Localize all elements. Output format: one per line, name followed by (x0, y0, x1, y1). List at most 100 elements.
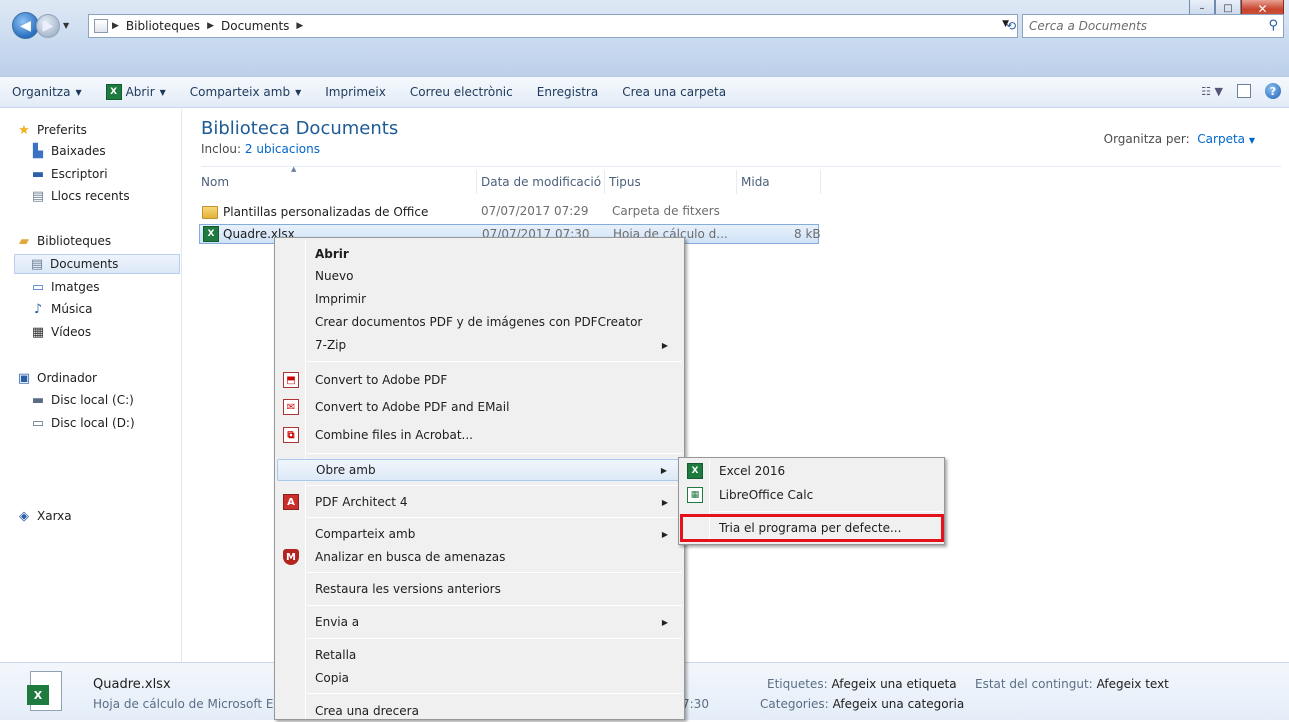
nav-recent[interactable]: ▤ Llocs recents (30, 186, 130, 206)
search-placeholder: Cerca a Documents (1029, 19, 1148, 33)
submenu-arrow-icon: ▶ (661, 497, 668, 507)
column-header-name[interactable]: Nom (199, 170, 477, 194)
menu-item-restore-versions[interactable]: Restaura les versions anteriors (277, 578, 682, 600)
menu-item-send-to[interactable]: Envia a ▶ (277, 611, 682, 633)
address-bar[interactable]: ▶ Biblioteques ▶ Documents ▶ ▼ (88, 14, 1018, 38)
back-button[interactable]: ◀ (12, 12, 39, 39)
print-button[interactable]: Imprimeix (313, 85, 398, 99)
library-title: Biblioteca Documents (201, 118, 399, 139)
downloads-icon: ▙ (33, 143, 43, 159)
tags-value[interactable]: Afegeix una etiqueta (831, 677, 956, 691)
change-view-icon[interactable]: ☷ ▼ (1201, 85, 1223, 98)
file-modified: 07/07/2017 07:29 (481, 204, 589, 218)
new-folder-button[interactable]: Crea una carpeta (610, 85, 738, 99)
menu-item-copy[interactable]: Copia (277, 667, 682, 689)
search-icon[interactable]: ⚲ (1268, 18, 1278, 33)
menu-label: Analizar en busca de amenazas (315, 550, 506, 564)
menu-label: Obre amb (316, 463, 376, 477)
status-label: Estat del contingut: (975, 677, 1093, 691)
burn-button[interactable]: Enregistra (525, 85, 610, 99)
forward-button[interactable]: ▶ (36, 13, 60, 38)
nav-disk-c[interactable]: ▬ Disc local (C:) (30, 390, 134, 410)
menu-item-print[interactable]: Imprimir (277, 288, 682, 310)
nav-disk-d[interactable]: ▭ Disc local (D:) (30, 413, 135, 433)
chevron-right-icon[interactable]: ▶ (292, 21, 307, 31)
menu-item-scan-threats[interactable]: M Analizar en busca de amenazas (277, 546, 682, 568)
desktop-icon: ▬ (31, 166, 45, 182)
document-icon: ▤ (30, 256, 44, 272)
help-icon[interactable]: ? (1265, 83, 1281, 99)
organize-button[interactable]: Organitza ▼ (0, 85, 94, 99)
submenu-item-excel[interactable]: X Excel 2016 (681, 460, 942, 482)
nav-desktop[interactable]: ▬ Escriptori (30, 164, 108, 184)
menu-item-pdfcreator[interactable]: Crear documentos PDF y de imágenes con P… (277, 311, 682, 333)
menu-item-combine-acrobat[interactable]: ⧉ Combine files in Acrobat... (277, 424, 682, 446)
refresh-icon[interactable]: ⟲ (1000, 14, 1022, 38)
acrobat-combine-icon: ⧉ (283, 427, 299, 443)
arrange-label: Organitza per: (1103, 132, 1190, 146)
menu-item-open-with[interactable]: Obre amb ▶ (277, 459, 682, 481)
column-header-size[interactable]: Mida (739, 170, 821, 194)
nav-label: Preferits (37, 123, 87, 137)
nav-favorites[interactable]: ★ Preferits (16, 120, 87, 140)
status-value[interactable]: Afegeix text (1097, 677, 1169, 691)
menu-item-convert-pdf-email[interactable]: ✉ Convert to Adobe PDF and EMail (277, 396, 682, 418)
table-row[interactable]: Plantillas personalizadas de Office 07/0… (199, 202, 819, 222)
menu-label: Nuevo (315, 269, 354, 283)
explorer-window: – □ ✕ ◀ ▶ ▼ ▶ Biblioteques ▶ Documents ▶… (0, 0, 1289, 720)
menu-separator (307, 572, 682, 573)
nav-videos[interactable]: ▦ Vídeos (30, 322, 91, 342)
menu-separator (307, 453, 682, 454)
nav-label: Disc local (D:) (51, 416, 135, 430)
menu-item-cut[interactable]: Retalla (277, 644, 682, 666)
submenu-item-libreoffice-calc[interactable]: ▦ LibreOffice Calc (681, 484, 942, 506)
column-header-type[interactable]: Tipus (607, 170, 737, 194)
menu-label: Combine files in Acrobat... (315, 428, 473, 442)
nav-images[interactable]: ▭ Imatges (30, 277, 100, 297)
menu-item-pdf-architect[interactable]: A PDF Architect 4 ▶ (277, 491, 682, 513)
column-header-modified[interactable]: Data de modificació (479, 170, 605, 194)
recent-places-icon: ▤ (31, 188, 45, 204)
recent-pages-dropdown[interactable]: ▼ (63, 21, 69, 30)
menu-label: Restaura les versions anteriors (315, 582, 501, 596)
menu-item-new[interactable]: Nuevo (277, 265, 682, 287)
details-categories: Categories: Afegeix una categoria (760, 697, 964, 711)
nav-computer[interactable]: ▣ Ordinador (16, 368, 97, 388)
categories-value[interactable]: Afegeix una categoria (833, 697, 965, 711)
nav-label: Biblioteques (37, 234, 112, 248)
menu-item-open[interactable]: Abrir (277, 243, 682, 265)
nav-documents[interactable]: ▤ Documents (14, 254, 180, 274)
chevron-down-icon: ▼ (159, 87, 166, 97)
nav-network[interactable]: ◈ Xarxa (16, 506, 72, 526)
share-button[interactable]: Comparteix amb ▼ (178, 85, 313, 99)
email-button[interactable]: Correu electrònic (398, 85, 525, 99)
nav-libraries[interactable]: ▰ Biblioteques (16, 231, 111, 251)
breadcrumb-documents[interactable]: Documents (218, 19, 292, 33)
computer-icon: ▣ (17, 370, 31, 386)
nav-music[interactable]: ♪ Música (30, 299, 93, 319)
breadcrumb-libraries[interactable]: Biblioteques (123, 19, 203, 33)
file-type: Carpeta de fitxers (612, 204, 720, 218)
menu-item-share[interactable]: Comparteix amb ▶ (277, 523, 682, 545)
music-icon: ♪ (33, 301, 43, 317)
includes-link[interactable]: 2 ubicacions (245, 142, 320, 156)
details-file-type: Hoja de cálculo de Microsoft Ex (93, 697, 281, 711)
menu-item-create-shortcut[interactable]: Crea una drecera (277, 700, 682, 722)
menu-item-7zip[interactable]: 7-Zip ▶ (277, 334, 682, 356)
arrange-by-dropdown[interactable]: Carpeta ▼ (1197, 132, 1255, 146)
submenu-arrow-icon: ▶ (661, 617, 668, 627)
nav-label: Baixades (51, 144, 106, 158)
open-button[interactable]: X Abrir ▼ (94, 84, 178, 100)
nav-downloads[interactable]: ▙ Baixades (30, 141, 106, 161)
arrange-value: Carpeta (1197, 132, 1246, 146)
chevron-right-icon[interactable]: ▶ (203, 21, 218, 31)
menu-item-convert-pdf[interactable]: ⬒ Convert to Adobe PDF (277, 369, 682, 391)
menu-label: 7-Zip (315, 338, 347, 352)
header-divider (201, 166, 1281, 167)
organize-label: Organitza (12, 85, 71, 99)
categories-label: Categories: (760, 697, 829, 711)
chevron-right-icon[interactable]: ▶ (108, 21, 123, 31)
search-input[interactable]: Cerca a Documents ⚲ (1022, 14, 1284, 38)
navigation-buttons: ◀ ▶ ▼ (12, 12, 72, 39)
preview-pane-icon[interactable] (1237, 84, 1251, 98)
